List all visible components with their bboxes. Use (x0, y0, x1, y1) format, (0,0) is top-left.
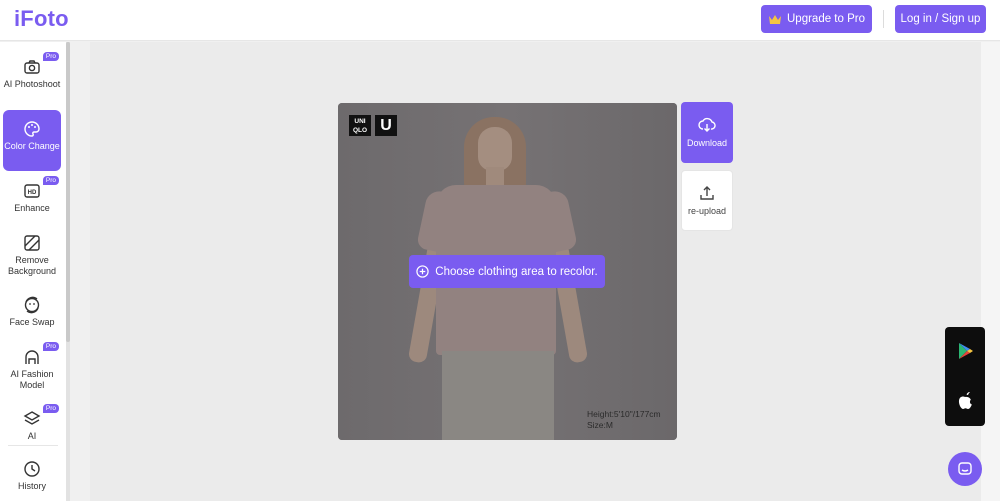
face-swap-icon (23, 296, 41, 314)
plus-circle-icon (416, 265, 429, 278)
svg-text:HD: HD (28, 190, 37, 196)
camera-icon: Pro (23, 52, 59, 76)
sidebar-item-label: History (17, 481, 46, 491)
pro-badge: Pro (42, 404, 59, 413)
tool-sidebar: Pro AI Photoshoot Color Change HD Pro En… (0, 42, 66, 501)
ifoto-logo[interactable]: iFoto (14, 6, 69, 32)
apple-icon[interactable] (956, 391, 974, 411)
login-signup-button[interactable]: Log in / Sign up (895, 5, 986, 33)
crown-icon (769, 14, 781, 24)
chat-support-button[interactable] (948, 452, 982, 486)
image-canvas[interactable]: UNI QLO U Height:5'10"/177cm Size:M Choo… (338, 103, 677, 440)
uniqlo-u-logo: U (375, 115, 397, 136)
sidebar-item-enhance[interactable]: HD Pro Enhance (3, 176, 61, 218)
sidebar-item-label: Enhance (14, 203, 50, 213)
sidebar-item-face-swap[interactable]: Face Swap (3, 296, 61, 330)
sidebar-item-ai-photoshoot[interactable]: Pro AI Photoshoot (3, 52, 61, 104)
sidebar-item-label: Remove Background (7, 255, 57, 276)
clock-icon (23, 460, 41, 478)
sidebar-item-label: Face Swap (9, 317, 55, 327)
pro-badge: Pro (42, 52, 59, 61)
choose-clothing-label: Choose clothing area to recolor. (435, 265, 598, 278)
reupload-button[interactable]: re-upload (681, 170, 733, 231)
clothing-pants[interactable] (442, 351, 554, 440)
chat-icon (958, 462, 972, 475)
upgrade-label: Upgrade to Pro (787, 13, 865, 25)
model-measurements: Height:5'10"/177cm Size:M (587, 409, 661, 431)
right-gutter (981, 42, 1000, 501)
download-label: Download (686, 138, 728, 148)
reupload-label: re-upload (687, 206, 727, 216)
remove-bg-icon (23, 234, 41, 252)
pro-badge: Pro (42, 176, 59, 185)
cloud-download-icon (698, 117, 716, 132)
model-face (478, 127, 512, 171)
palette-icon (23, 120, 41, 138)
sidebar-item-label: Color Change (4, 141, 60, 151)
layers-icon: Pro (23, 404, 59, 428)
sidebar-item-ai[interactable]: Pro AI (3, 404, 61, 444)
upgrade-to-pro-button[interactable]: Upgrade to Pro (761, 5, 872, 33)
uniqlo-logo: UNI QLO (349, 115, 371, 136)
model-neck (486, 167, 504, 185)
sidebar-item-label: AI Photoshoot (3, 79, 61, 89)
choose-clothing-area-button[interactable]: Choose clothing area to recolor. (409, 255, 605, 288)
hd-icon: HD Pro (23, 176, 59, 200)
pro-badge: Pro (42, 342, 59, 351)
sidebar-item-label: AI (27, 431, 37, 441)
sidebar-item-remove-background[interactable]: Remove Background (3, 234, 61, 280)
sidebar-item-history[interactable]: History (3, 460, 61, 494)
top-header: iFoto Upgrade to Pro Log in / Sign up (0, 0, 1000, 41)
sidebar-item-label: AI Fashion Model (10, 369, 54, 390)
scrollbar-thumb[interactable] (66, 42, 70, 342)
upload-icon (700, 186, 714, 200)
size-label: Size:M (587, 420, 613, 430)
sidebar-divider (8, 445, 58, 446)
height-label: Height:5'10"/177cm (587, 409, 661, 419)
fashion-model-icon: Pro (23, 342, 59, 366)
header-divider (883, 10, 884, 28)
google-play-icon[interactable] (956, 342, 974, 360)
download-button[interactable]: Download (681, 102, 733, 163)
app-store-badges (945, 327, 985, 426)
sidebar-item-color-change[interactable]: Color Change (3, 110, 61, 171)
sidebar-item-ai-fashion-model[interactable]: Pro AI Fashion Model (3, 342, 61, 394)
sidebar-scrollbar[interactable] (66, 42, 70, 501)
